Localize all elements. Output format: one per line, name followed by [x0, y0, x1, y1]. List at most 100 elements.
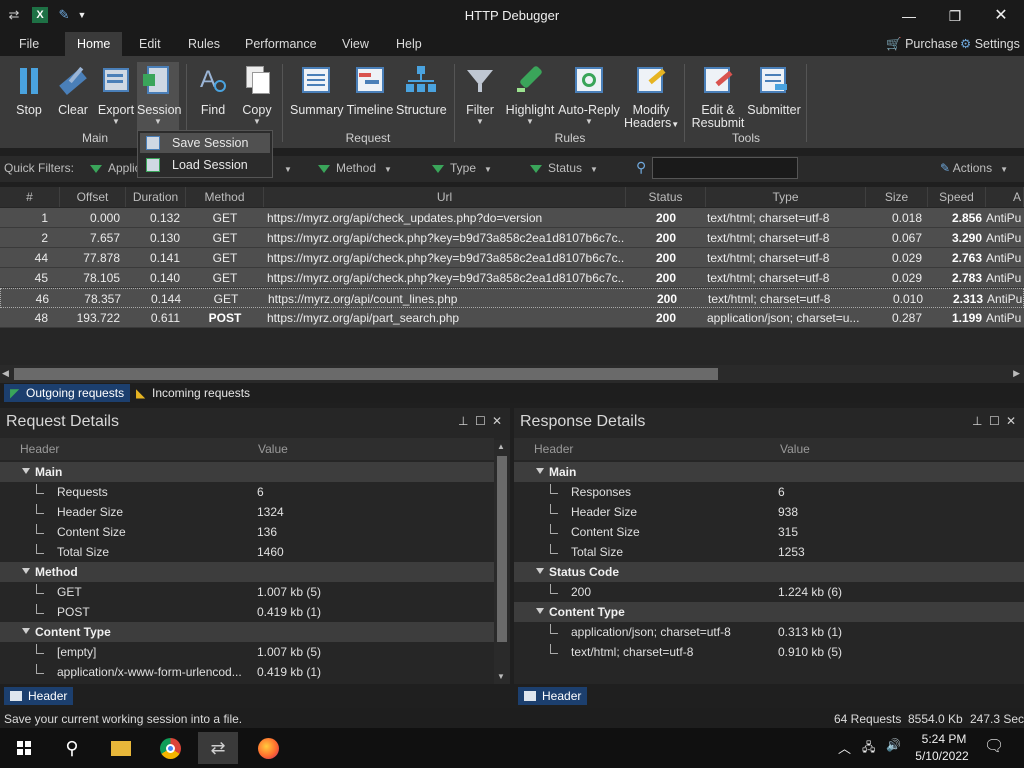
col-status[interactable]: Status — [626, 187, 706, 207]
filter-type[interactable]: Type ▼ — [432, 161, 492, 175]
request-header-tab[interactable]: Header — [4, 687, 74, 705]
highlight-button[interactable]: Highlight ▼ — [502, 62, 558, 132]
tab-incoming-requests[interactable]: ◣ Incoming requests — [130, 384, 256, 402]
tab-view[interactable]: View — [342, 32, 369, 56]
close-button[interactable]: ✕ — [978, 0, 1024, 32]
tree-row[interactable]: Total Size 1253 — [514, 542, 1024, 562]
tree-group-row[interactable]: Status Code — [514, 562, 1024, 582]
tab-performance[interactable]: Performance — [245, 32, 317, 56]
purchase-button[interactable]: 🛒 Purchase — [886, 32, 958, 56]
file-explorer-icon[interactable] — [100, 732, 140, 764]
tab-edit[interactable]: Edit — [139, 32, 161, 56]
structure-button[interactable]: Structure — [396, 62, 447, 132]
maximize-panel-icon[interactable]: ☐ — [475, 414, 486, 428]
col-offset[interactable]: Offset — [60, 187, 126, 207]
chrome-icon[interactable] — [150, 732, 190, 764]
tree-row[interactable]: application/json; charset=utf-8 0.313 kb … — [514, 622, 1024, 642]
tree-row[interactable]: POST 0.419 kb (1) — [0, 602, 494, 622]
col-type[interactable]: Type — [706, 187, 866, 207]
tree-row[interactable]: [empty] 1.007 kb (5) — [0, 642, 494, 662]
expand-triangle-icon[interactable] — [536, 468, 544, 474]
grid-horizontal-scrollbar[interactable]: ◀ ▶ — [0, 365, 1024, 383]
firefox-icon[interactable] — [248, 732, 288, 764]
close-panel-icon[interactable]: ✕ — [1006, 414, 1016, 428]
scroll-right-icon[interactable]: ▶ — [1013, 368, 1020, 379]
col-size[interactable]: Size — [866, 187, 928, 207]
clock-time[interactable]: 5:24 PM — [914, 732, 974, 746]
maximize-panel-icon[interactable]: ☐ — [989, 414, 1000, 428]
copy-button[interactable]: Copy ▼ — [238, 62, 276, 132]
edit-resubmit-button[interactable]: Edit & Resubmit — [690, 62, 746, 132]
restore-button[interactable]: ❐ — [932, 0, 978, 32]
expand-triangle-icon[interactable] — [22, 468, 30, 474]
expand-triangle-icon[interactable] — [22, 628, 30, 634]
tree-row[interactable]: Total Size 1460 — [0, 542, 494, 562]
tree-row[interactable]: Header Size 938 — [514, 502, 1024, 522]
table-row[interactable]: 2 7.657 0.130 GET https://myrz.org/api/check… — [0, 228, 1024, 248]
find-button[interactable]: A Find — [194, 62, 232, 132]
tree-row[interactable]: Responses 6 — [514, 482, 1024, 502]
filter-status[interactable]: Status ▼ — [530, 161, 598, 175]
submitter-button[interactable]: Submitter — [746, 62, 802, 132]
clear-button[interactable]: Clear — [54, 62, 92, 132]
tree-row[interactable]: application/x-www-form-urlencod... 0.419 … — [0, 662, 494, 682]
table-row[interactable]: 44 77.878 0.141 GET https://myrz.org/api/che… — [0, 248, 1024, 268]
timeline-button[interactable]: Timeline — [346, 62, 394, 132]
expand-triangle-icon[interactable] — [536, 608, 544, 614]
network-icon[interactable]: 🖧 — [862, 738, 875, 759]
tree-group-row[interactable]: Content Type — [0, 622, 494, 642]
col-method[interactable]: Method — [186, 187, 264, 207]
tree-row[interactable]: Content Size 315 — [514, 522, 1024, 542]
col-number[interactable]: # — [0, 187, 60, 207]
table-row[interactable]: 1 0.000 0.132 GET https://myrz.org/api/check… — [0, 208, 1024, 228]
export-button[interactable]: Export ▼ — [96, 62, 136, 132]
tree-group-row[interactable]: Main — [514, 462, 1024, 482]
col-url[interactable]: Url — [264, 187, 626, 207]
tree-group-row[interactable]: Main — [0, 462, 494, 482]
col-app[interactable]: A — [986, 187, 1024, 207]
col-duration[interactable]: Duration — [126, 187, 186, 207]
volume-icon[interactable]: 🔊 — [886, 738, 901, 752]
tab-outgoing-requests[interactable]: ◤ Outgoing requests — [4, 384, 131, 402]
table-row[interactable]: 48 193.722 0.611 POST https://myrz.org/api/p… — [0, 308, 1024, 328]
tree-group-row[interactable]: Content Type — [514, 602, 1024, 622]
expand-triangle-icon[interactable] — [22, 568, 30, 574]
close-panel-icon[interactable]: ✕ — [492, 414, 502, 428]
tree-row[interactable]: GET 1.007 kb (5) — [0, 582, 494, 602]
expand-triangle-icon[interactable] — [536, 568, 544, 574]
tree-group-row[interactable]: Method — [0, 562, 494, 582]
notifications-icon[interactable]: 🗨 — [984, 736, 1004, 756]
tree-row[interactable]: Requests 6 — [0, 482, 494, 502]
stop-button[interactable]: Stop — [10, 62, 48, 132]
tab-file[interactable]: File — [19, 32, 39, 56]
http-debugger-taskbar-icon[interactable]: ⇄ — [198, 732, 238, 764]
filter-button[interactable]: Filter ▼ — [462, 62, 498, 132]
request-details-scrollbar[interactable]: ▲ ▼ — [494, 440, 510, 684]
windows-start-icon[interactable] — [4, 732, 44, 764]
table-row[interactable]: 46 78.357 0.144 GET https://myrz.org/api/cou… — [0, 288, 1024, 308]
actions-button[interactable]: ✎ Actions ▼ — [940, 161, 1008, 175]
summary-button[interactable]: Summary — [290, 62, 343, 132]
col-speed[interactable]: Speed — [928, 187, 986, 207]
auto-reply-button[interactable]: Auto-Reply ▼ — [558, 62, 620, 132]
minimize-button[interactable]: — — [886, 0, 932, 32]
load-session-item[interactable]: Load Session — [140, 155, 270, 175]
clock-date[interactable]: 5/10/2022 — [908, 749, 976, 763]
table-row[interactable]: 45 78.105 0.140 GET https://myrz.org/api/che… — [0, 268, 1024, 288]
search-icon[interactable]: ⚲ — [52, 732, 92, 764]
response-header-tab[interactable]: Header — [518, 687, 588, 705]
filter-application[interactable]: Applic — [90, 161, 141, 175]
pin-icon[interactable]: ⊥ — [972, 414, 982, 428]
quick-search-input[interactable] — [652, 157, 798, 179]
tree-row[interactable]: text/html; charset=utf-8 0.910 kb (5) — [514, 642, 1024, 662]
tree-row[interactable]: Content Size 136 — [0, 522, 494, 542]
tab-help[interactable]: Help — [396, 32, 422, 56]
modify-headers-button[interactable]: Modify Headers▼ — [624, 62, 679, 132]
save-session-item[interactable]: Save Session — [140, 133, 270, 153]
tab-home[interactable]: Home — [65, 32, 123, 56]
tree-row[interactable]: Header Size 1324 — [0, 502, 494, 522]
tray-chevron-icon[interactable]: ︿ — [838, 738, 851, 757]
filter-method[interactable]: Method ▼ — [318, 161, 392, 175]
tree-row[interactable]: 200 1.224 kb (6) — [514, 582, 1024, 602]
scroll-left-icon[interactable]: ◀ — [2, 368, 9, 379]
